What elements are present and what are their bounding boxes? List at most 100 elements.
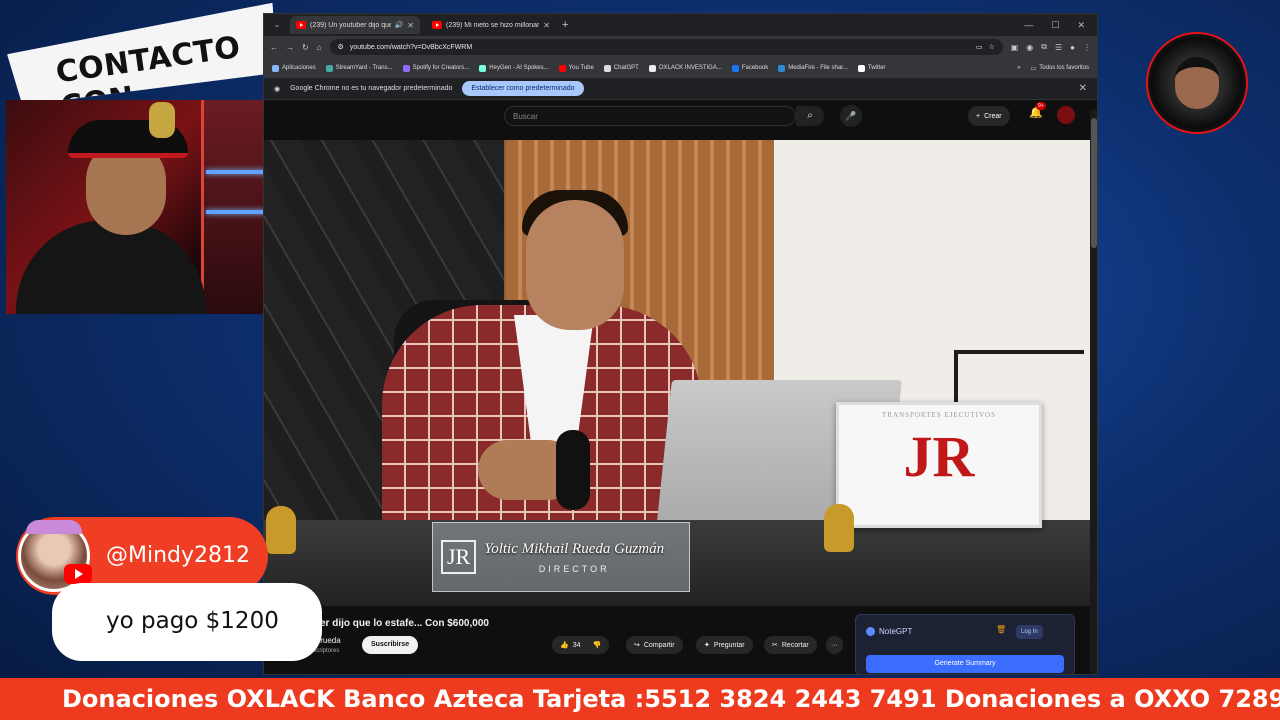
youtube-favicon-icon — [432, 21, 442, 29]
like-button[interactable]: 👍 34 👎 — [552, 636, 610, 654]
video-player[interactable]: TRANSPORTES EJECUTIVOS JR JR Yoltic Mikh… — [264, 140, 1090, 606]
browser-toolbar: ← → ↻ ⌂ ⚙ youtube.com/watch?v=DvBbcXcFWR… — [264, 36, 1097, 58]
donation-ticker: Donaciones OXLACK Banco Azteca Tarjeta :… — [0, 678, 1280, 720]
bookmark-apps[interactable]: Aplicaciones — [272, 64, 316, 72]
tab-title: (239) Mi nieto se hizo millonario — [446, 21, 540, 29]
create-button[interactable]: + Crear — [968, 106, 1010, 126]
reload-icon[interactable]: ↻ — [302, 43, 309, 52]
home-icon[interactable]: ⌂ — [317, 43, 322, 52]
close-window-button[interactable]: ✕ — [1077, 20, 1085, 31]
all-bookmarks-folder[interactable]: ▭ Todos los favoritos — [1031, 65, 1089, 72]
cast-icon[interactable]: ▭ — [976, 43, 983, 51]
facebook-icon — [731, 64, 739, 72]
notifications-badge: 9+ — [1036, 102, 1046, 110]
heygen-icon — [479, 64, 487, 72]
generate-summary-button[interactable]: Generate Summary — [866, 655, 1064, 673]
sparkle-icon: ✦ — [704, 642, 710, 649]
profile-avatar[interactable]: ● — [1070, 43, 1075, 52]
infobar-text: Google Chrome no es tu navegador predete… — [290, 85, 453, 92]
bookmark-twitter[interactable]: Twitter — [857, 64, 886, 72]
bookmark-heygen[interactable]: HeyGen - AI Spokes... — [479, 64, 549, 72]
create-label: Crear — [984, 112, 1002, 120]
audio-icon: 🔊 — [394, 22, 404, 29]
bookmarks-bar: Aplicaciones StreamYard - Trans... Spoti… — [264, 58, 1097, 78]
scissors-icon: ✂ — [772, 642, 778, 649]
streamer-body — [16, 220, 206, 314]
ticker-text: Donaciones OXLACK Banco Azteca Tarjeta :… — [62, 685, 1280, 713]
bookmarks-overflow-button[interactable]: » — [1017, 65, 1020, 72]
more-actions-button[interactable]: ··· — [826, 636, 843, 654]
user-avatar[interactable] — [1057, 106, 1075, 124]
oxlack-icon — [648, 64, 656, 72]
bookmark-chatgpt[interactable]: ChatGPT — [603, 64, 639, 72]
minimize-button[interactable]: — — [1024, 20, 1033, 31]
ask-button[interactable]: ✦ Preguntar — [696, 636, 753, 654]
share-icon: ↪ — [634, 642, 640, 649]
video-details: er dijo que lo estafe... Con $600,000 c … — [264, 610, 1090, 674]
bookmark-spotify[interactable]: Spotify for Creators... — [402, 64, 469, 72]
desk-nameplate: JR Yoltic Mikhail Rueda Guzmán DIRECTOR — [432, 522, 690, 592]
thumbs-up-icon: 👍 — [560, 642, 569, 649]
url-text: youtube.com/watch?v=DvBbcXcFWRM — [349, 43, 473, 51]
brand-banner: CONTACTO CON — [5, 3, 282, 110]
chat-message: yo pago $1200 — [106, 608, 279, 634]
thumbs-down-icon[interactable]: 👎 — [593, 641, 602, 649]
channel-logo-face — [1175, 57, 1219, 109]
reading-list-icon[interactable]: ☰ — [1055, 43, 1062, 52]
tab-close-icon[interactable]: ✕ — [407, 21, 414, 30]
trash-icon[interactable]: 🗑 — [996, 625, 1006, 634]
bookmark-star-icon[interactable]: ☆ — [988, 43, 994, 51]
extension-icon[interactable]: ▣ — [1011, 43, 1019, 52]
tab-search-button[interactable]: ⌄ — [270, 18, 284, 32]
tab-1[interactable]: (239) Un youtuber dijo que 🔊 ✕ — [290, 16, 420, 34]
scrollbar-thumb[interactable] — [1091, 118, 1097, 248]
tab-2[interactable]: (239) Mi nieto se hizo millonario ✕ — [426, 16, 556, 34]
plus-icon: + — [976, 112, 981, 120]
notegpt-login-button[interactable]: Log In — [1016, 625, 1043, 639]
search-placeholder: Buscar — [513, 112, 538, 121]
infobar-close-icon[interactable]: ✕ — [1079, 83, 1087, 94]
folder-icon: ▭ — [1030, 65, 1037, 72]
address-bar[interactable]: ⚙ youtube.com/watch?v=DvBbcXcFWRM ▭ ☆ — [329, 39, 1003, 55]
new-tab-button[interactable]: + — [562, 19, 568, 31]
sign-subtitle: TRANSPORTES EJECUTIVOS — [882, 411, 996, 419]
notegpt-logo-icon — [866, 627, 875, 636]
gold-figurine — [266, 506, 296, 554]
extension-icon[interactable]: ◉ — [1026, 43, 1033, 52]
voice-search-icon[interactable]: 🎤 — [840, 105, 862, 127]
subscribe-button[interactable]: Suscribirse — [362, 636, 419, 654]
youtube-badge-icon — [64, 564, 92, 584]
clip-button[interactable]: ✂ Recortar — [764, 636, 817, 654]
back-arrow-icon[interactable]: ← — [270, 43, 278, 52]
youtube-header: Buscar ⌕ 🎤 + Crear 🔔 9+ — [264, 100, 1097, 130]
set-default-button[interactable]: Establecer como predeterminado — [462, 81, 584, 96]
chat-username: @Mindy2812 — [106, 543, 251, 568]
page-scrollbar[interactable] — [1090, 110, 1097, 674]
chatgpt-icon — [603, 64, 611, 72]
share-button[interactable]: ↪ Compartir — [626, 636, 683, 654]
avatar-headband — [26, 520, 82, 534]
bookmark-mediafire[interactable]: MediaFire - File shar... — [778, 64, 848, 72]
default-browser-infobar: ◉ Google Chrome no es tu navegador prede… — [264, 78, 1097, 100]
bookmark-youtube[interactable]: You Tube — [558, 64, 594, 72]
maximize-button[interactable]: ☐ — [1051, 20, 1059, 31]
site-info-icon[interactable]: ⚙ — [338, 43, 344, 51]
browser-window: ⌄ (239) Un youtuber dijo que 🔊 ✕ (239) M… — [263, 13, 1098, 675]
bookmark-oxlack[interactable]: OXLACK INVESTIGA... — [648, 64, 722, 72]
youtube-favicon-icon — [296, 21, 306, 29]
browser-menu-icon[interactable]: ⋮ — [1083, 43, 1091, 52]
like-count: 34 — [572, 641, 581, 649]
extensions-puzzle-icon[interactable]: ⧉ — [1041, 42, 1047, 52]
mediafire-icon — [778, 64, 786, 72]
channel-logo — [1148, 34, 1246, 132]
bookmark-streamyard[interactable]: StreamYard - Trans... — [325, 64, 393, 72]
twitter-icon — [857, 64, 865, 72]
tab-close-icon[interactable]: ✕ — [543, 21, 550, 30]
streamyard-icon — [325, 64, 333, 72]
bookmark-facebook[interactable]: Facebook — [731, 64, 768, 72]
nameplate-name: Yoltic Mikhail Rueda Guzmán — [484, 540, 665, 557]
window-controls: — ☐ ✕ — [1024, 20, 1091, 31]
search-icon[interactable]: ⌕ — [796, 106, 824, 126]
youtube-search-input[interactable]: Buscar — [504, 106, 796, 126]
forward-arrow-icon[interactable]: → — [286, 43, 294, 52]
